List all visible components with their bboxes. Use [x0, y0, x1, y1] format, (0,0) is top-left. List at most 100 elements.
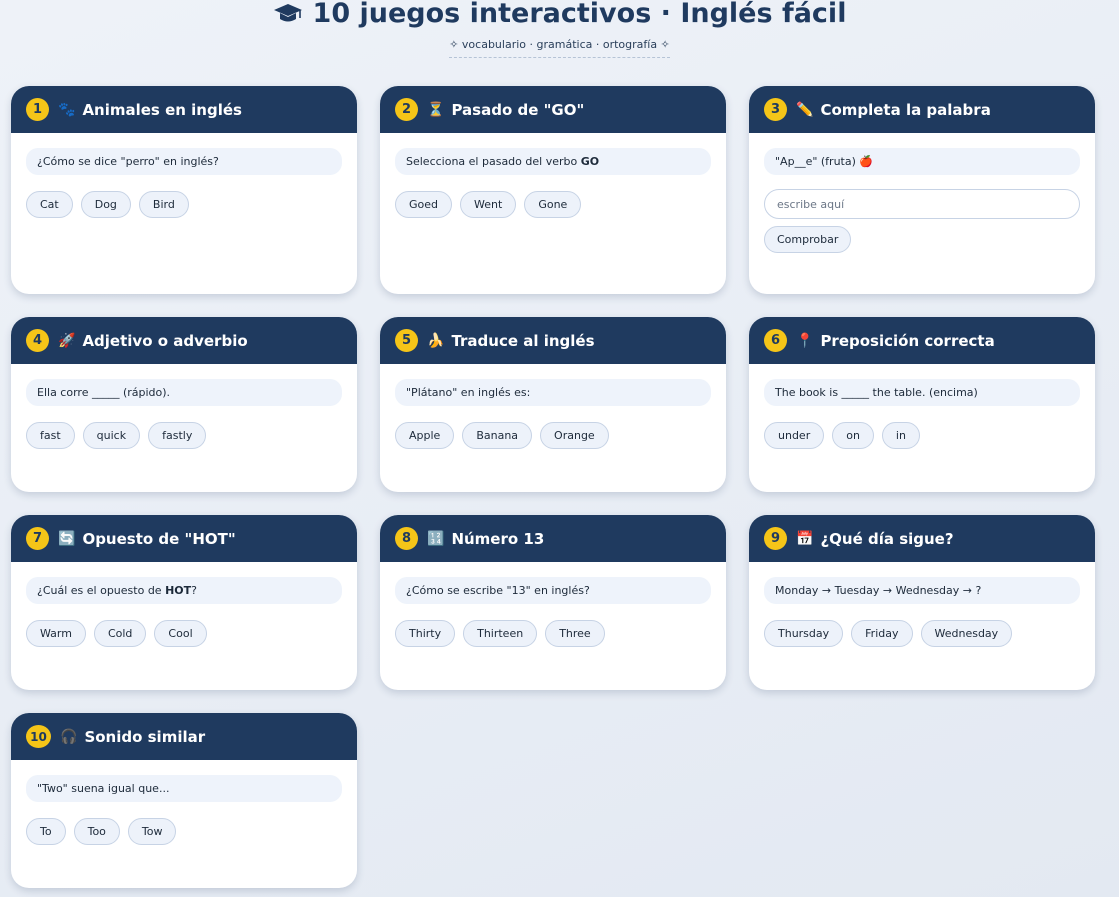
page-subtitle: ✧ vocabulario · gramática · ortografía ✧ [449, 38, 670, 58]
game-card-6: 6 📍 Preposición correcta The book is ___… [749, 317, 1095, 492]
card-header: 6 📍 Preposición correcta [749, 317, 1095, 364]
card-number: 8 [395, 527, 418, 550]
card-title: Adjetivo o adverbio [82, 331, 248, 350]
card-header: 3 ✏️ Completa la palabra [749, 86, 1095, 133]
card-header: 10 🎧 Sonido similar [11, 713, 357, 760]
card-header: 2 ⏳ Pasado de "GO" [380, 86, 726, 133]
card-number: 3 [764, 98, 787, 121]
card-title: Animales en inglés [82, 100, 242, 119]
answer-input[interactable] [764, 189, 1080, 219]
question-text: ¿Cuál es el opuesto de [37, 584, 162, 597]
card-number: 4 [26, 329, 49, 352]
graduation-cap-icon [273, 4, 302, 22]
option-button-to[interactable]: To [26, 818, 66, 845]
game-card-1: 1 🐾 Animales en inglés ¿Cómo se dice "pe… [11, 86, 357, 294]
banana-icon: 🍌 [427, 332, 445, 349]
option-button-fastly[interactable]: fastly [148, 422, 207, 449]
card-header: 1 🐾 Animales en inglés [11, 86, 357, 133]
card-title: Sonido similar [84, 727, 206, 746]
pin-icon: 📍 [796, 332, 814, 349]
rocket-icon: 🚀 [58, 332, 76, 349]
game-card-3: 3 ✏️ Completa la palabra "Ap__e" (fruta)… [749, 86, 1095, 294]
card-title: Traduce al inglés [451, 331, 595, 350]
game-card-8: 8 🔢 Número 13 ¿Cómo se escribe "13" en i… [380, 515, 726, 690]
answer-options: under on in [764, 422, 1080, 449]
option-button-thirteen[interactable]: Thirteen [463, 620, 538, 647]
option-button-fast[interactable]: fast [26, 422, 75, 449]
card-title: ¿Qué día sigue? [820, 529, 954, 548]
option-button-cat[interactable]: Cat [26, 191, 73, 218]
card-number: 10 [26, 725, 51, 748]
refresh-icon: 🔄 [58, 530, 76, 547]
option-button-three[interactable]: Three [545, 620, 605, 647]
option-button-tow[interactable]: Tow [127, 818, 177, 845]
card-title: Pasado de "GO" [451, 100, 585, 119]
card-question: The book is _____ the table. (encima) [764, 379, 1080, 406]
card-question: ¿Cuál es el opuesto de HOT? [26, 577, 342, 604]
card-question: "Two" suena igual que... [26, 775, 342, 802]
option-button-friday[interactable]: Friday [851, 620, 913, 647]
question-end: ? [191, 584, 197, 597]
answer-options: fast quick fastly [26, 422, 342, 449]
card-number: 6 [764, 329, 787, 352]
question-text: Selecciona el pasado del verbo [406, 155, 578, 168]
question-bold: HOT [165, 584, 192, 597]
numbers-icon: 🔢 [427, 530, 445, 547]
page-header: 10 juegos interactivos · Inglés fácil ✧ … [0, 0, 1119, 64]
card-title: Preposición correcta [820, 331, 995, 350]
card-question: Monday → Tuesday → Wednesday → ? [764, 577, 1080, 604]
check-button[interactable]: Comprobar [764, 226, 852, 253]
option-button-went[interactable]: Went [460, 191, 517, 218]
option-button-in[interactable]: in [881, 422, 920, 449]
option-button-orange[interactable]: Orange [540, 422, 609, 449]
answer-options: Thursday Friday Wednesday [764, 620, 1080, 647]
option-button-wednesday[interactable]: Wednesday [920, 620, 1013, 647]
card-question: Selecciona el pasado del verbo GO [395, 148, 711, 175]
option-button-apple[interactable]: Apple [395, 422, 455, 449]
card-title: Número 13 [451, 529, 545, 548]
card-header: 7 🔄 Opuesto de "HOT" [11, 515, 357, 562]
option-button-gone[interactable]: Gone [524, 191, 582, 218]
card-header: 4 🚀 Adjetivo o adverbio [11, 317, 357, 364]
game-card-5: 5 🍌 Traduce al inglés "Plátano" en inglé… [380, 317, 726, 492]
card-title: Completa la palabra [820, 100, 991, 119]
option-button-cold[interactable]: Cold [93, 620, 147, 647]
option-button-cool[interactable]: Cool [154, 620, 207, 647]
option-button-banana[interactable]: Banana [462, 422, 533, 449]
game-card-9: 9 📅 ¿Qué día sigue? Monday → Tuesday → W… [749, 515, 1095, 690]
answer-options: Warm Cold Cool [26, 620, 342, 647]
page-title-text: 10 juegos interactivos · Inglés fácil [312, 0, 847, 29]
card-number: 2 [395, 98, 418, 121]
option-button-thursday[interactable]: Thursday [764, 620, 844, 647]
answer-options: Goed Went Gone [395, 191, 711, 218]
pencil-icon: ✏️ [796, 101, 814, 118]
option-button-quick[interactable]: quick [82, 422, 141, 449]
option-button-under[interactable]: under [764, 422, 825, 449]
option-button-dog[interactable]: Dog [80, 191, 131, 218]
card-number: 1 [26, 98, 49, 121]
card-number: 9 [764, 527, 787, 550]
game-card-2: 2 ⏳ Pasado de "GO" Selecciona el pasado … [380, 86, 726, 294]
question-bold: GO [580, 155, 600, 168]
card-header: 5 🍌 Traduce al inglés [380, 317, 726, 364]
option-button-thirty[interactable]: Thirty [395, 620, 456, 647]
card-question: "Plátano" en inglés es: [395, 379, 711, 406]
card-header: 8 🔢 Número 13 [380, 515, 726, 562]
option-button-bird[interactable]: Bird [138, 191, 189, 218]
option-button-warm[interactable]: Warm [26, 620, 86, 647]
card-number: 5 [395, 329, 418, 352]
hourglass-icon: ⏳ [427, 101, 445, 118]
headphones-icon: 🎧 [60, 728, 78, 745]
answer-options: To Too Tow [26, 818, 342, 845]
answer-options: Thirty Thirteen Three [395, 620, 711, 647]
option-button-too[interactable]: Too [73, 818, 120, 845]
answer-options: Apple Banana Orange [395, 422, 711, 449]
card-question: Ella corre _____ (rápido). [26, 379, 342, 406]
answer-options: Cat Dog Bird [26, 191, 342, 218]
option-button-on[interactable]: on [832, 422, 874, 449]
option-button-goed[interactable]: Goed [395, 191, 453, 218]
game-card-10: 10 🎧 Sonido similar "Two" suena igual qu… [11, 713, 357, 888]
card-question: ¿Cómo se escribe "13" en inglés? [395, 577, 711, 604]
paw-icon: 🐾 [58, 101, 76, 118]
game-card-7: 7 🔄 Opuesto de "HOT" ¿Cuál es el opuesto… [11, 515, 357, 690]
